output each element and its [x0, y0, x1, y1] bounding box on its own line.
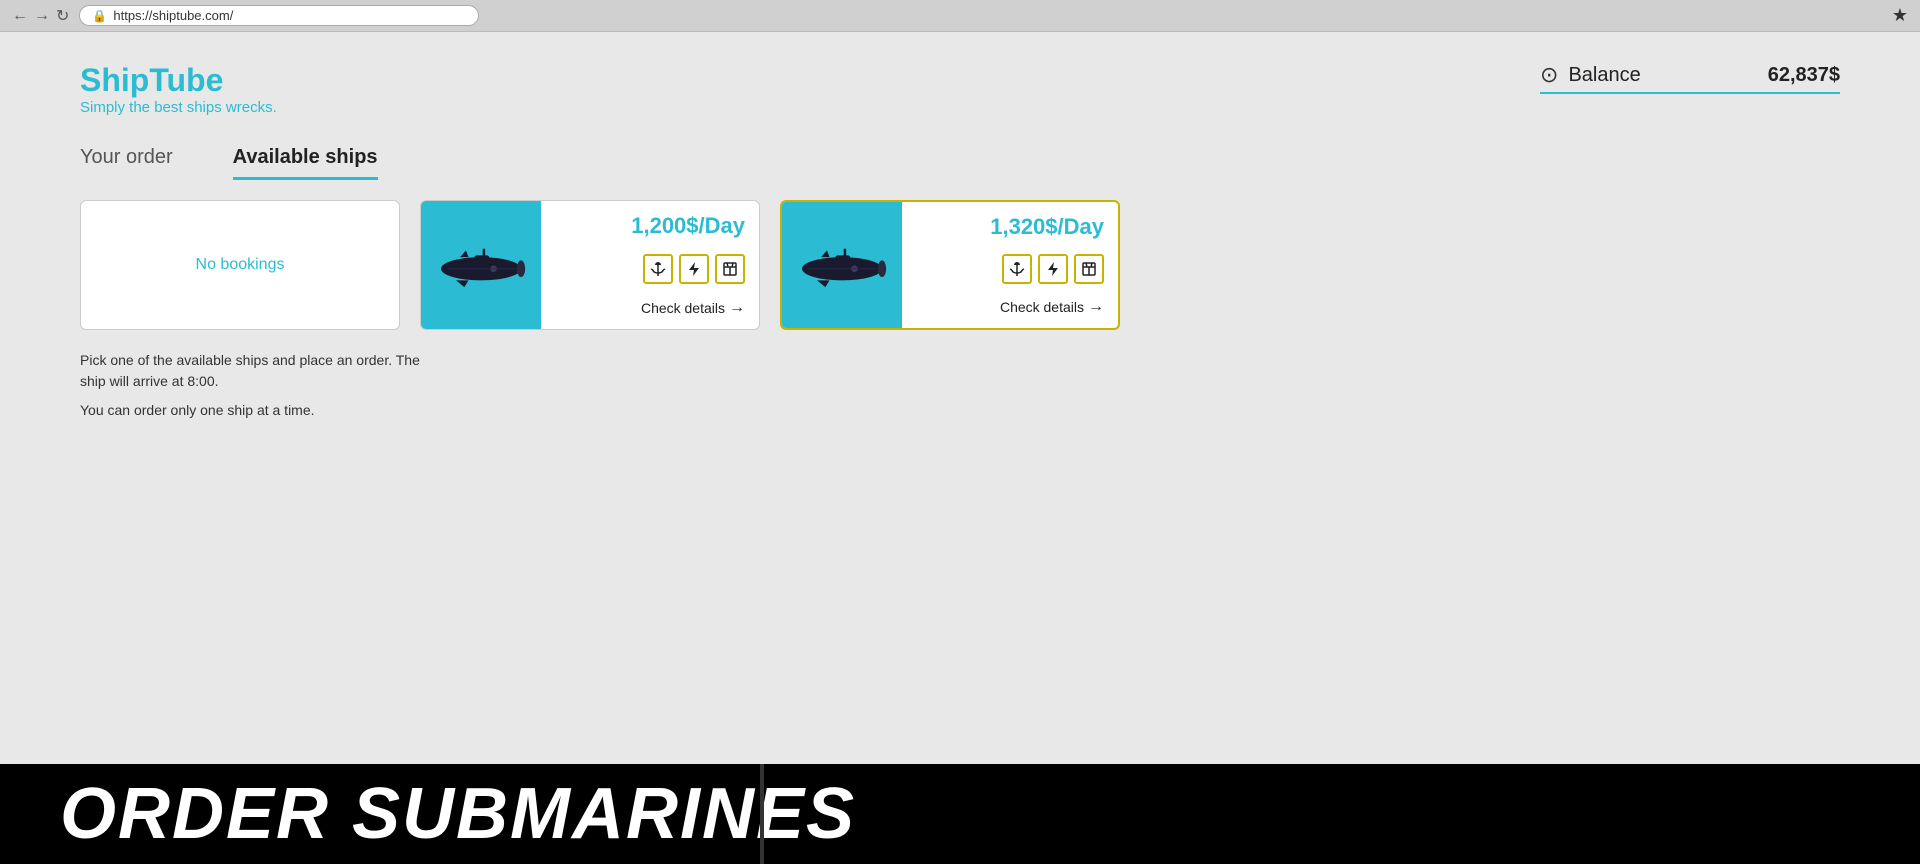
- ship-feature-box-1: [715, 254, 745, 284]
- cards-container: No bookings: [80, 200, 1840, 330]
- ship-card-2[interactable]: 1,320$/Day: [780, 200, 1120, 330]
- tab-available-ships[interactable]: Available ships: [233, 146, 378, 180]
- logo-section: ShipTube Simply the best ships wrecks.: [80, 62, 277, 116]
- logo-title: ShipTube: [80, 62, 277, 99]
- ship-info-2: 1,320$/Day: [902, 202, 1118, 328]
- order-card: No bookings: [80, 200, 400, 330]
- balance-row: ⊙ Balance 62,837$: [1540, 62, 1840, 88]
- balance-label: Balance: [1568, 64, 1757, 87]
- check-details-arrow-2: →: [1088, 298, 1104, 316]
- bottom-banner: ORDER SUBMARINES: [0, 764, 1920, 864]
- bookmark-star-icon[interactable]: ★: [1892, 5, 1908, 26]
- logo-subtitle: Simply the best ships wrecks.: [80, 99, 277, 116]
- ship-feature-lightning-1: [679, 254, 709, 284]
- submarine-image-2: [792, 240, 892, 290]
- header: ShipTube Simply the best ships wrecks. ⊙…: [80, 62, 1840, 116]
- browser-navigation: ← → ↻: [12, 6, 69, 26]
- check-details-arrow-1: →: [729, 299, 745, 317]
- info-section: Pick one of the available ships and plac…: [80, 350, 420, 421]
- balance-amount: 62,837$: [1768, 64, 1840, 87]
- ship-image-area-2: [782, 202, 902, 328]
- page-content: ShipTube Simply the best ships wrecks. ⊙…: [0, 32, 1920, 864]
- banner-text: ORDER SUBMARINES: [60, 773, 856, 855]
- info-text-2: You can order only one ship at a time.: [80, 400, 420, 421]
- ship-card-1[interactable]: 1,200$/Day: [420, 200, 760, 330]
- ship-price-1: 1,200$/Day: [555, 213, 745, 239]
- submarine-image-1: [431, 240, 531, 290]
- info-text-1: Pick one of the available ships and plac…: [80, 350, 420, 392]
- tab-your-order[interactable]: Your order: [80, 146, 173, 180]
- balance-underline: [1540, 92, 1840, 94]
- ship-feature-lightning-2: [1038, 254, 1068, 284]
- banner-divider: [760, 764, 764, 864]
- url-text: https://shiptube.com/: [113, 8, 233, 23]
- no-bookings-text: No bookings: [196, 256, 285, 274]
- check-details-1[interactable]: Check details →: [555, 299, 745, 317]
- lock-icon: 🔒: [92, 9, 107, 23]
- ship-feature-anchor-2: [1002, 254, 1032, 284]
- check-details-2[interactable]: Check details →: [916, 298, 1104, 316]
- balance-section: ⊙ Balance 62,837$: [1540, 62, 1840, 94]
- ship-icons-row-2: [916, 254, 1104, 284]
- back-icon[interactable]: ←: [12, 7, 28, 25]
- balance-icon: ⊙: [1540, 62, 1558, 88]
- ship-info-1: 1,200$/Day: [541, 201, 759, 329]
- ship-feature-box-2: [1074, 254, 1104, 284]
- forward-icon[interactable]: →: [34, 7, 50, 25]
- tabs: Your order Available ships: [80, 146, 1840, 180]
- ship-icons-row-1: [555, 254, 745, 284]
- address-bar[interactable]: 🔒 https://shiptube.com/: [79, 5, 479, 26]
- ship-image-area-1: [421, 201, 541, 329]
- ship-price-2: 1,320$/Day: [916, 214, 1104, 240]
- ship-feature-anchor-1: [643, 254, 673, 284]
- browser-chrome: ← → ↻ 🔒 https://shiptube.com/ ★: [0, 0, 1920, 32]
- refresh-icon[interactable]: ↻: [56, 6, 69, 26]
